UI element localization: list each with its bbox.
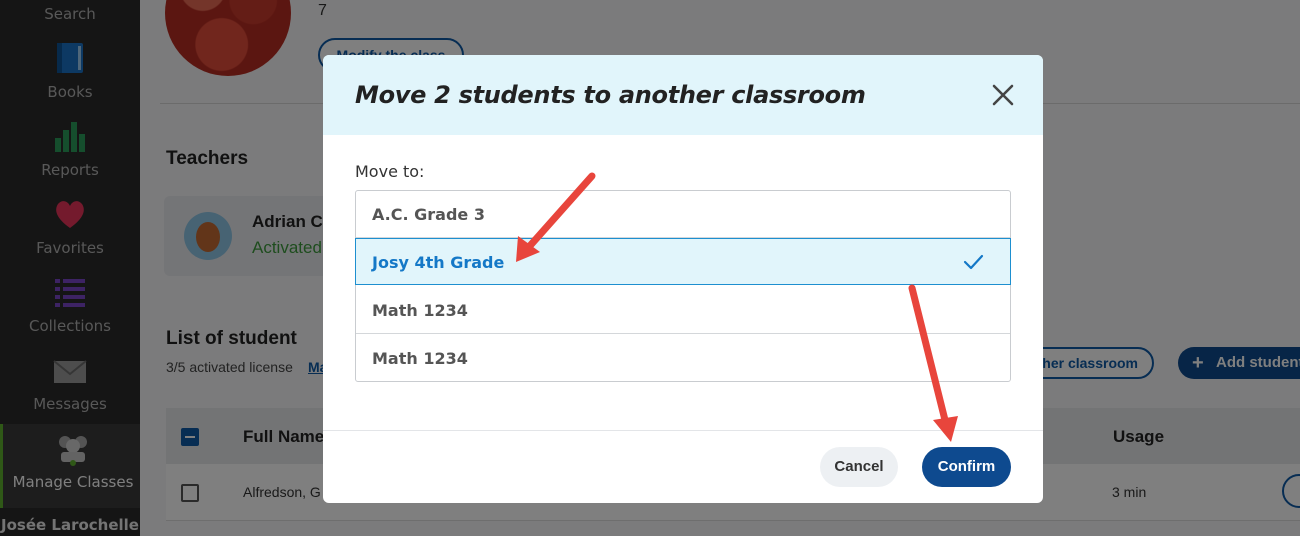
move-to-label: Move to: [355,162,425,181]
dialog-title: Move 2 students to another classroom [355,81,866,109]
classroom-name: Josy 4th Grade [372,253,505,272]
classroom-list: A.C. Grade 3 Josy 4th Grade Math 1234 Ma… [355,190,1011,382]
close-icon[interactable] [987,79,1019,111]
cancel-button[interactable]: Cancel [820,447,898,487]
classroom-name: Math 1234 [372,349,468,368]
dialog-footer-divider [323,430,1043,431]
classroom-name: A.C. Grade 3 [372,205,485,224]
dialog-header: Move 2 students to another classroom [323,55,1043,135]
classroom-option[interactable]: Math 1234 [356,287,1010,334]
confirm-button[interactable]: Confirm [922,447,1011,487]
move-students-dialog: Move 2 students to another classroom Mov… [323,55,1043,503]
classroom-option-selected[interactable]: Josy 4th Grade [355,238,1011,285]
classroom-option[interactable]: A.C. Grade 3 [356,191,1010,238]
classroom-option[interactable]: Math 1234 [356,335,1010,382]
classroom-name: Math 1234 [372,301,468,320]
checkmark-icon [963,254,984,270]
